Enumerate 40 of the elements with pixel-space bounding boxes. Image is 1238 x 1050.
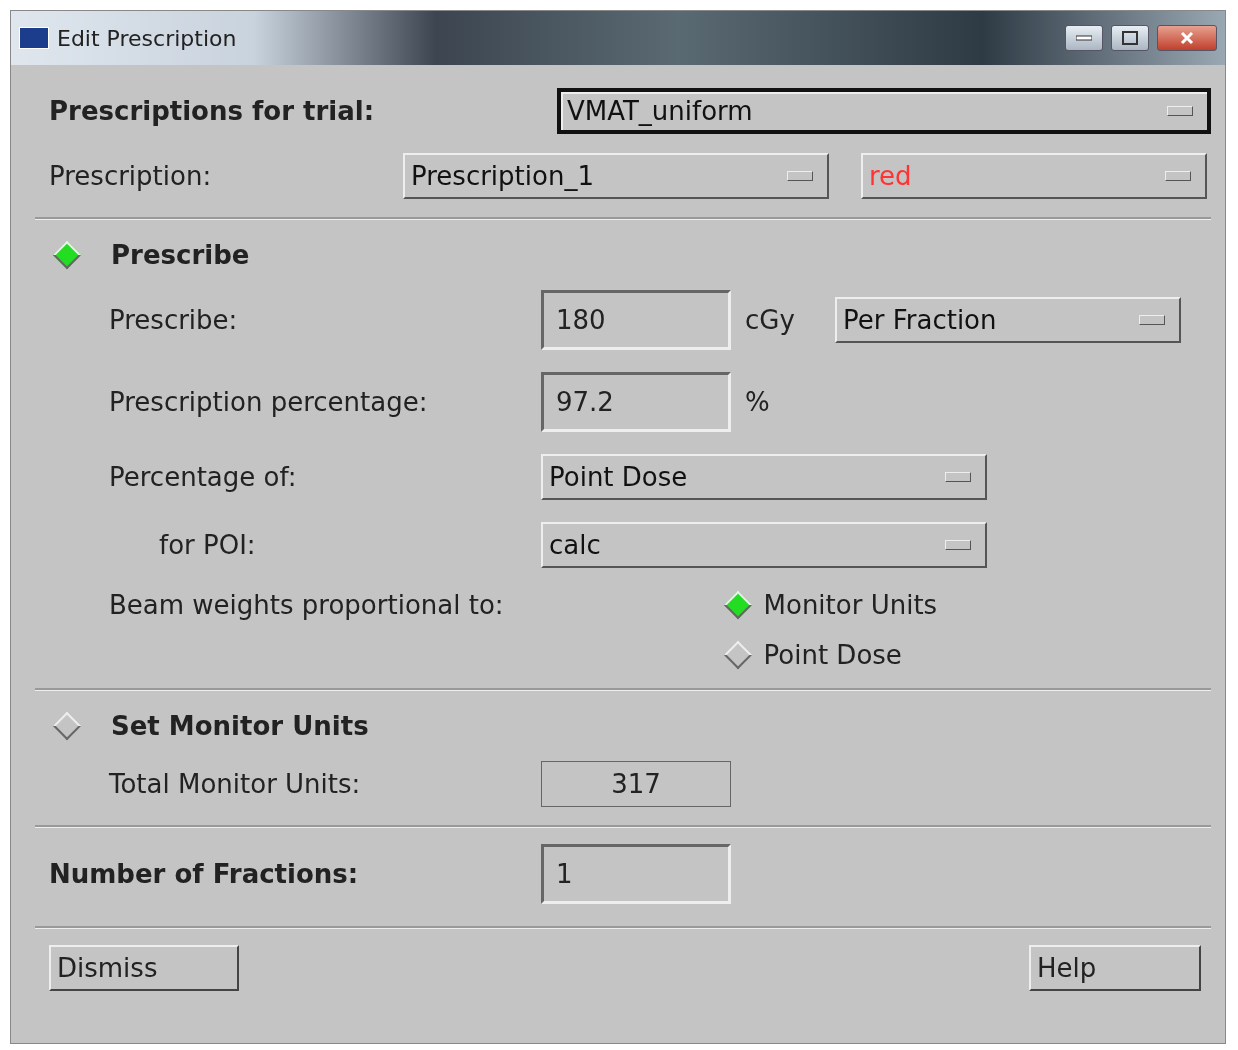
menu-indicator-icon [945,540,971,550]
app-icon [19,27,49,49]
window-title: Edit Prescription [57,25,237,51]
dropdown-menu[interactable]: Per Fraction [835,297,1181,343]
field-label: for POI: [158,530,257,560]
dropdown-menu[interactable]: Prescription_1 [403,153,829,199]
dropdown-menu[interactable]: calc [541,522,987,568]
field-label: Beam weights proportional to: [109,590,504,620]
maximize-button[interactable] [1111,25,1149,51]
radio-option[interactable]: Point Dose [723,640,938,670]
unit-label: % [745,387,771,417]
close-icon [1180,31,1194,45]
dropdown-menu[interactable]: VMAT_uniform [557,88,1211,134]
field-label: Prescribe: [109,305,239,335]
field-label: Prescription: [49,161,213,191]
menu-indicator-icon [1167,106,1193,116]
text-field[interactable]: 180 [541,290,731,350]
field-label: Prescription percentage: [109,387,429,417]
field-label: Number of Fractions: [49,859,360,889]
unit-label: cGy [745,305,796,335]
field-label: Percentage of: [109,462,298,492]
text-field[interactable]: 97.2 [541,372,731,432]
section-label: Prescribe [111,240,250,270]
radio-option[interactable]: Monitor Units [723,590,938,620]
maximize-icon [1122,31,1138,45]
section-label: Set Monitor Units [111,711,369,741]
text-field[interactable]: 317 [541,761,731,807]
minimize-icon [1076,35,1092,41]
dropdown-menu[interactable]: Point Dose [541,454,987,500]
menu-indicator-icon [1139,315,1165,325]
push-button[interactable]: Help [1029,945,1201,991]
field-label: Total Monitor Units: [109,769,362,799]
text-field[interactable]: 1 [541,844,731,904]
menu-indicator-icon [787,171,813,181]
push-button[interactable]: Dismiss [49,945,239,991]
menu-indicator-icon [1165,171,1191,181]
field-label: Prescriptions for trial: [49,96,376,126]
close-button[interactable] [1157,25,1217,51]
minimize-button[interactable] [1065,25,1103,51]
menu-indicator-icon [945,472,971,482]
